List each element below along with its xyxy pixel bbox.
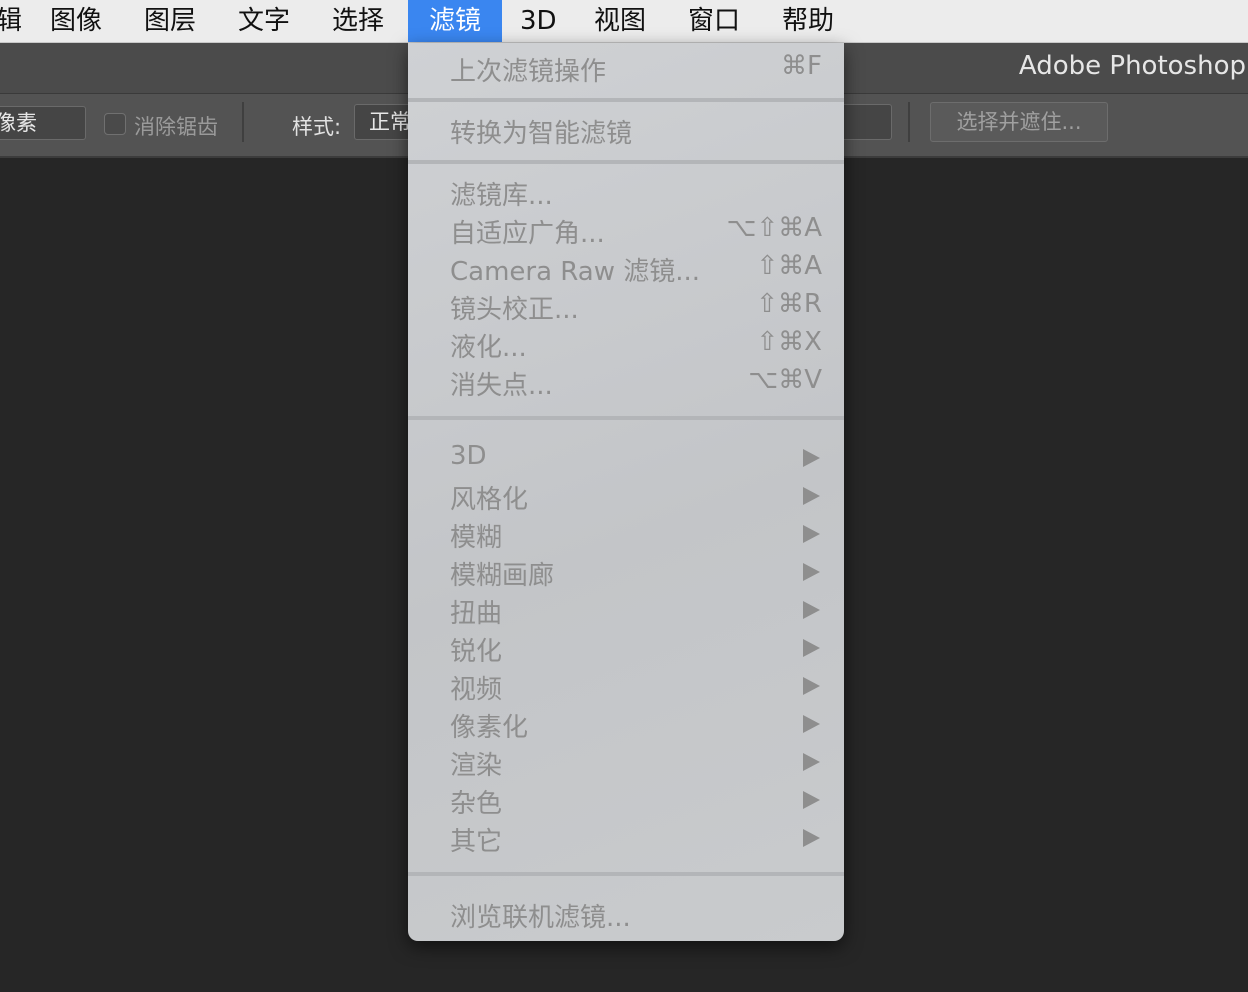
submenu-stylize[interactable]: 风格化 bbox=[408, 476, 844, 515]
filter-menu-dropdown: 上次滤镜操作 ⌘F 转换为智能滤镜 滤镜库... 自适应广角... ⌥⇧⌘A C… bbox=[408, 43, 844, 941]
submenu-arrow-icon bbox=[803, 449, 820, 467]
menu-separator bbox=[408, 872, 844, 876]
antialias-label: 消除锯齿 bbox=[134, 115, 218, 139]
style-label: 样式: bbox=[292, 115, 342, 139]
menu-filter[interactable]: 滤镜 bbox=[408, 0, 502, 42]
menu-item-label: 风格化 bbox=[450, 485, 529, 515]
menu-item-label: 转换为智能滤镜 bbox=[450, 119, 633, 149]
feather-unit: 像素 bbox=[0, 111, 37, 135]
menu-item-label: 模糊画廊 bbox=[450, 561, 555, 591]
menu-item-label: 杂色 bbox=[450, 789, 503, 819]
submenu-pixelate[interactable]: 像素化 bbox=[408, 704, 844, 743]
menu-item-label: 视频 bbox=[450, 675, 503, 705]
menu-help[interactable]: 帮助 bbox=[782, 0, 834, 42]
menu-item-label: 锐化 bbox=[450, 637, 503, 667]
menu-item-lens-correction[interactable]: 镜头校正... ⇧⌘R bbox=[408, 286, 844, 325]
menu-separator bbox=[408, 98, 844, 102]
menu-item-label: 镜头校正... bbox=[450, 295, 579, 325]
menu-item-label: 自适应广角... bbox=[450, 219, 605, 249]
menu-item-vanishing-point[interactable]: 消失点... ⌥⌘V bbox=[408, 362, 844, 401]
select-and-mask-button[interactable]: 选择并遮住... bbox=[930, 102, 1108, 142]
menu-item-label: 像素化 bbox=[450, 713, 529, 743]
submenu-blur-gallery[interactable]: 模糊画廊 bbox=[408, 552, 844, 591]
menu-3d[interactable]: 3D bbox=[520, 0, 557, 42]
submenu-arrow-icon bbox=[803, 791, 820, 809]
menu-bar: 辑 图像 图层 文字 选择 滤镜 3D 视图 窗口 帮助 bbox=[0, 0, 1248, 43]
menu-item-browse-online-filters[interactable]: 浏览联机滤镜... bbox=[408, 894, 844, 933]
submenu-blur[interactable]: 模糊 bbox=[408, 514, 844, 553]
menu-item-shortcut: ⇧⌘X bbox=[756, 327, 822, 357]
submenu-arrow-icon bbox=[803, 525, 820, 543]
menu-item-convert-smart-filter[interactable]: 转换为智能滤镜 bbox=[408, 110, 844, 149]
app-title: Adobe Photoshop bbox=[1018, 51, 1246, 81]
menu-separator bbox=[408, 160, 844, 164]
submenu-arrow-icon bbox=[803, 677, 820, 695]
menu-item-shortcut: ⇧⌘A bbox=[756, 251, 822, 281]
menu-item-label: 其它 bbox=[450, 827, 503, 857]
menu-item-label: 扭曲 bbox=[450, 599, 503, 629]
submenu-video[interactable]: 视频 bbox=[408, 666, 844, 705]
submenu-3d[interactable]: 3D bbox=[408, 438, 844, 476]
submenu-arrow-icon bbox=[803, 829, 820, 847]
menu-item-shortcut: ⌥⌘V bbox=[748, 365, 822, 395]
menu-layer[interactable]: 图层 bbox=[144, 0, 196, 42]
menu-item-shortcut: ⌘F bbox=[781, 51, 822, 81]
submenu-arrow-icon bbox=[803, 487, 820, 505]
submenu-noise[interactable]: 杂色 bbox=[408, 780, 844, 819]
menu-item-label: 模糊 bbox=[450, 523, 503, 553]
menu-item-label: 3D bbox=[450, 441, 487, 471]
menu-item-shortcut: ⌥⇧⌘A bbox=[726, 213, 822, 243]
options-divider-2 bbox=[908, 102, 910, 142]
submenu-arrow-icon bbox=[803, 753, 820, 771]
options-divider bbox=[242, 102, 244, 142]
menu-item-label: 滤镜库... bbox=[450, 181, 553, 211]
menu-type[interactable]: 文字 bbox=[238, 0, 290, 42]
menu-item-filter-gallery[interactable]: 滤镜库... bbox=[408, 172, 844, 211]
menu-item-label: 浏览联机滤镜... bbox=[450, 903, 631, 933]
menu-item-last-filter[interactable]: 上次滤镜操作 ⌘F bbox=[408, 48, 844, 87]
menu-item-shortcut: ⇧⌘R bbox=[756, 289, 822, 319]
menu-separator bbox=[408, 416, 844, 420]
menu-image[interactable]: 图像 bbox=[50, 0, 102, 42]
menu-edit[interactable]: 辑 bbox=[0, 0, 26, 42]
menu-select[interactable]: 选择 bbox=[332, 0, 384, 42]
menu-item-label: 上次滤镜操作 bbox=[450, 57, 607, 87]
menu-item-label: Camera Raw 滤镜... bbox=[450, 257, 701, 287]
menu-item-label: 液化... bbox=[450, 333, 527, 363]
submenu-arrow-icon bbox=[803, 563, 820, 581]
antialias-checkbox[interactable] bbox=[104, 113, 126, 135]
menu-item-liquify[interactable]: 液化... ⇧⌘X bbox=[408, 324, 844, 363]
menu-item-label: 消失点... bbox=[450, 371, 553, 401]
submenu-other[interactable]: 其它 bbox=[408, 818, 844, 857]
submenu-arrow-icon bbox=[803, 715, 820, 733]
feather-input[interactable]: 像素 bbox=[0, 106, 86, 140]
submenu-distort[interactable]: 扭曲 bbox=[408, 590, 844, 629]
submenu-arrow-icon bbox=[803, 639, 820, 657]
submenu-sharpen[interactable]: 锐化 bbox=[408, 628, 844, 667]
submenu-arrow-icon bbox=[803, 601, 820, 619]
submenu-render[interactable]: 渲染 bbox=[408, 742, 844, 781]
menu-item-camera-raw[interactable]: Camera Raw 滤镜... ⇧⌘A bbox=[408, 248, 844, 287]
menu-item-label: 渲染 bbox=[450, 751, 503, 781]
style-select-value: 正常 bbox=[369, 110, 411, 134]
menu-item-adaptive-wide-angle[interactable]: 自适应广角... ⌥⇧⌘A bbox=[408, 210, 844, 249]
menu-view[interactable]: 视图 bbox=[594, 0, 646, 42]
menu-window[interactable]: 窗口 bbox=[688, 0, 740, 42]
